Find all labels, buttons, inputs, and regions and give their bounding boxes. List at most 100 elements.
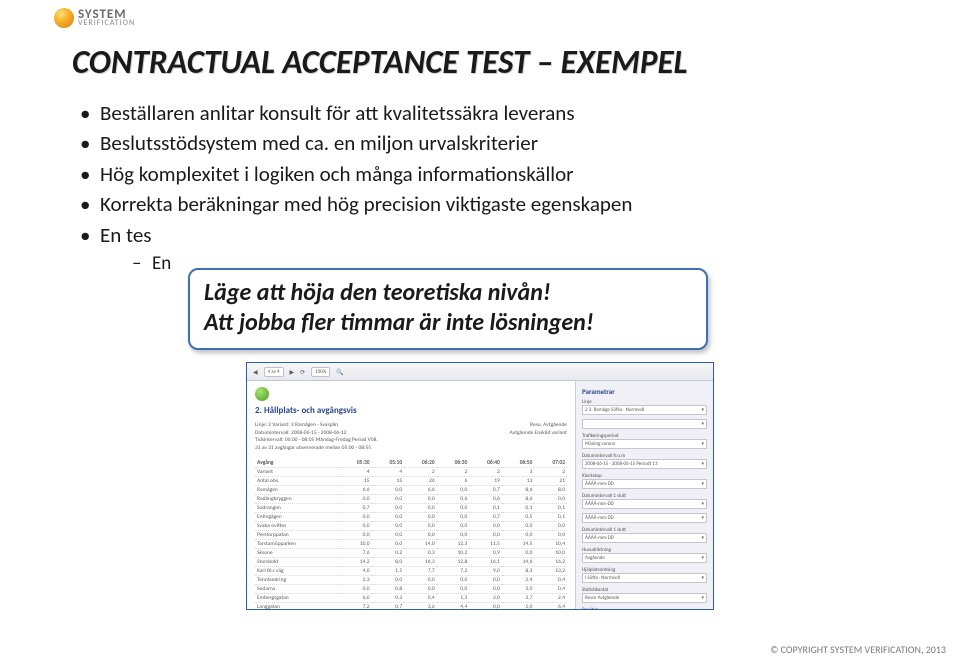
brand-logo: SYSTEM VERIFICATION — [54, 8, 135, 28]
search-icon[interactable]: 🔍 — [336, 368, 343, 376]
parameters-panel: Parametrar Linje2 3. Ramåge Söfka · Norm… — [575, 381, 713, 610]
row-label: Sodrangen — [255, 503, 339, 512]
col-head: 07:02 — [534, 459, 567, 468]
bullet-item: Korrekta beräkningar med hög precision v… — [76, 189, 888, 219]
report-meta: Linje: 2 Variant: 3 Ramågen - Svaspån Re… — [255, 422, 567, 453]
row-label: Langgatan — [255, 602, 339, 610]
table-row: Tennlandring2,30,00,00,00,02,40,4 — [255, 575, 567, 584]
app-toolbar: ◀ 4 av 4 ▶ ⟳ 100% 🔍 — [247, 363, 713, 381]
param-field: Datumintervall 1 sluttÅÅÅÅ-mm-DD — [582, 493, 707, 509]
row-label: Ramågen — [255, 485, 339, 494]
bullet-list: Beställaren anlitar konsult för att kval… — [72, 98, 888, 278]
param-field: Linje2 3. Ramåge Söfka · Normvoll — [582, 399, 707, 415]
row-label: Svaba ovittes — [255, 521, 339, 530]
nav-next-icon[interactable]: ▶ — [290, 368, 295, 376]
row-label: Embergsgatan — [255, 593, 339, 602]
col-head: 05:10 — [372, 459, 405, 468]
table-row: Ramågen6,60,06,60,00,78,68,0 — [255, 485, 567, 494]
page-indicator: 4 av 4 — [264, 367, 284, 377]
param-input[interactable]: ÅÅÅÅ-mm-DD — [582, 513, 707, 523]
param-field: TrafikeringsperiodMäning varann — [582, 433, 707, 449]
col-head: 06:40 — [469, 459, 502, 468]
param-field — [582, 419, 707, 429]
row-label: Sksone — [255, 548, 339, 557]
report-heading: 2. Hållplats- och avgångsvis — [255, 405, 567, 416]
logo-text: SYSTEM VERIFICATION — [78, 9, 135, 28]
param-input[interactable]: ÅÅÅÅ-mm-DD — [582, 533, 707, 543]
refresh-icon[interactable]: ⟳ — [300, 368, 305, 376]
param-field: KlockskapÅÅÅÅ-mm-DD — [582, 473, 707, 489]
bullet-item: Beställaren anlitar konsult för att kval… — [76, 98, 888, 128]
meta-line: 31 av 31 avgångar observerade mellan 05:… — [255, 445, 567, 453]
table-row: Sodarna0,00,80,00,00,03,00,4 — [255, 584, 567, 593]
meta-line: Datumintervall: 2008-06-15 - 2008-06-12 — [255, 430, 346, 438]
col-label: Avgång — [255, 459, 339, 468]
callout-line2: Att jobba fler timmar är inte lösningen! — [204, 308, 692, 338]
row-label: Entingågen — [255, 512, 339, 521]
param-field: ÅÅÅÅ-mm-DD — [582, 513, 707, 523]
table-row: Radångbryggen0,00,00,00,60,68,60,0 — [255, 494, 567, 503]
row-label: Antal obs. — [255, 476, 339, 485]
panel-title: Parametrar — [582, 387, 707, 396]
param-field: Datumintervall 1 sluttÅÅÅÅ-mm-DD — [582, 527, 707, 543]
meta-line: Linje: 2 Variant: 3 Ramågen - Svaspån — [255, 422, 338, 430]
param-label: Resötyp — [582, 607, 707, 610]
table-header-row: Avgång 05:30 05:10 06:20 06:30 06:40 06:… — [255, 459, 567, 468]
app-body: 2. Hållplats- och avgångsvis Linje: 2 Va… — [247, 381, 713, 610]
logo-line2: VERIFICATION — [78, 20, 135, 27]
param-field: Resötyp3 Ramågen · Svaspån Prov 7.65 34,… — [582, 607, 707, 610]
param-input[interactable]: 2 3. Ramåge Söfka · Normvoll — [582, 405, 707, 415]
param-input[interactable]: 2008-06-15 · 2008-06-15 Periodt 1:t — [582, 459, 707, 469]
meta-line: Avtgående Enskild variant — [510, 430, 567, 438]
table-row: Variant 4 4 2 2 2 3 2 — [255, 467, 567, 476]
callout-line1: Läge att höja den teoretiska nivån! — [204, 278, 692, 308]
param-field: StatistikantalResor Avtgående — [582, 587, 707, 603]
table-row: Sksone7,60,20,310,20,90,010,0 — [255, 548, 567, 557]
table-row: Antal obs. 15 15 26 6 19 13 21 — [255, 476, 567, 485]
param-field: Datumintervall fr.o.m2008-06-15 · 2008-0… — [582, 453, 707, 469]
embedded-app-screenshot: ◀ 4 av 4 ▶ ⟳ 100% 🔍 2. Hållplats- och av… — [246, 362, 714, 610]
logo-mark-icon — [54, 8, 74, 28]
slide-content: CONTRACTUAL ACCEPTANCE TEST – EXEMPEL Be… — [72, 42, 888, 278]
row-label: Tennlandring — [255, 575, 339, 584]
col-head: 06:50 — [502, 459, 535, 468]
param-input[interactable]: Resor Avtgående — [582, 593, 707, 603]
status-dot-icon — [255, 387, 269, 401]
col-head: 06:20 — [404, 459, 437, 468]
col-head: 05:30 — [339, 459, 372, 468]
report-table: Avgång 05:30 05:10 06:20 06:30 06:40 06:… — [255, 459, 567, 610]
row-label: Radångbryggen — [255, 494, 339, 503]
table-row: Sodrangen0,70,00,00,00,10,10,1 — [255, 503, 567, 512]
row-label: Perstorppatan — [255, 530, 339, 539]
meta-line: Tidsintervall: 06:00 - 08:05 Måndag-Fred… — [255, 437, 567, 445]
table-row: Karl IX:s väg4,01,57,77,29,08,313,2 — [255, 566, 567, 575]
table-row: Langgatan7,20,73,64,40,01,06,4 — [255, 602, 567, 610]
col-head: 06:30 — [437, 459, 470, 468]
bullet-text: En tes — [100, 222, 152, 248]
param-input[interactable]: ÅÅÅÅ-mm-DD — [582, 479, 707, 489]
row-label: Storsbokt — [255, 557, 339, 566]
table-row: Torstamöpparken10,00,014,012,311,514,510… — [255, 539, 567, 548]
report-area: 2. Hållplats- och avgångsvis Linje: 2 Va… — [247, 381, 575, 610]
table-row: Svaba ovittes0,00,00,00,00,00,00,0 — [255, 521, 567, 530]
param-field: HuvudriktningAvgående — [582, 547, 707, 563]
table-row: Perstorppatan0,00,00,00,00,00,00,0 — [255, 530, 567, 539]
param-input[interactable]: I Söfta · Normvoll — [582, 573, 707, 583]
row-label: Sodarna — [255, 584, 339, 593]
zoom-indicator: 100% — [311, 367, 330, 377]
bullet-item: Hög komplexitet i logiken och många info… — [76, 159, 888, 189]
table-row: Storsbokt14,28,016,312,816,114,616,2 — [255, 557, 567, 566]
callout-box: Läge att höja den teoretiska nivån! Att … — [188, 268, 708, 350]
param-input[interactable]: Avgående — [582, 553, 707, 563]
table-row: Entingågen0,00,00,00,00,70,50,1 — [255, 512, 567, 521]
bullet-item: Beslutsstödsystem med ca. en miljon urva… — [76, 128, 888, 158]
copyright-footer: © COPYRIGHT SYSTEM VERIFICATION, 2013 — [770, 643, 946, 656]
param-field: HjälplatsordningI Söfta · Normvoll — [582, 567, 707, 583]
meta-line: Reso. Avtgående — [530, 422, 567, 430]
nav-prev-icon[interactable]: ◀ — [253, 368, 258, 376]
param-input[interactable] — [582, 419, 707, 429]
param-input[interactable]: Mäning varann — [582, 439, 707, 449]
row-label: Karl IX:s väg — [255, 566, 339, 575]
param-input[interactable]: ÅÅÅÅ-mm-DD — [582, 499, 707, 509]
row-label: Variant — [255, 467, 339, 476]
